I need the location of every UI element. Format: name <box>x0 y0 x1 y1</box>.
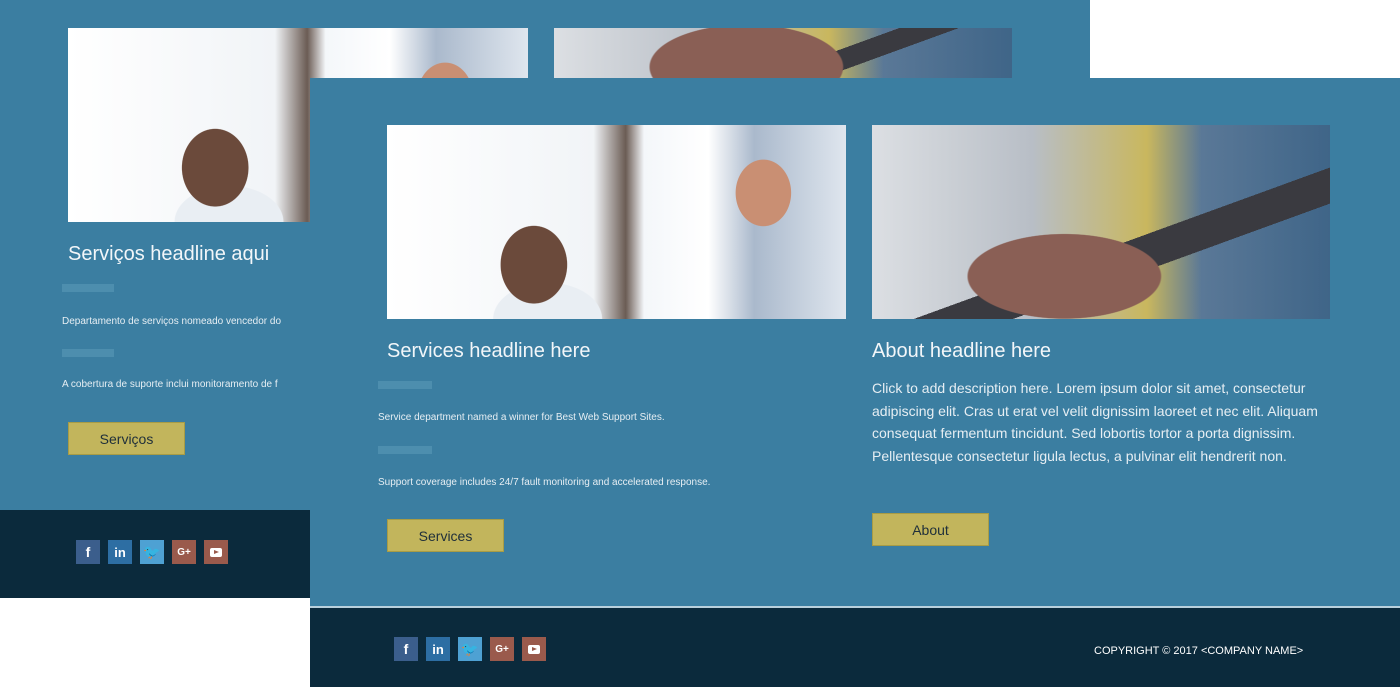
services-photo <box>387 125 846 319</box>
about-headline: About headline here <box>872 340 1052 362</box>
twitter-icon[interactable]: 🐦 <box>458 637 482 661</box>
top-right-blank-area <box>1090 0 1400 78</box>
back-services-sublabel-1 <box>62 284 114 292</box>
about-photo <box>872 125 1330 319</box>
copyright-text: COPYRIGHT © 2017 <COMPANY NAME> <box>1094 645 1304 657</box>
google-plus-icon[interactable]: G+ <box>172 540 196 564</box>
facebook-icon[interactable]: f <box>76 540 100 564</box>
services-headline: Services headline here <box>387 340 591 362</box>
back-services-button[interactable]: Serviços <box>68 422 185 455</box>
back-blank-area <box>0 598 310 687</box>
social-icons: f in 🐦 G+ <box>394 637 546 661</box>
twitter-icon[interactable]: 🐦 <box>140 540 164 564</box>
back-about-photo <box>554 28 1012 78</box>
facebook-icon[interactable]: f <box>394 637 418 661</box>
youtube-icon[interactable] <box>204 540 228 564</box>
services-sublabel-1 <box>378 381 432 389</box>
back-footer: f in 🐦 G+ <box>0 510 310 598</box>
front-footer: f in 🐦 G+ COPYRIGHT © 2017 <COMPANY NAME… <box>310 608 1400 687</box>
back-social-icons: f in 🐦 G+ <box>76 540 228 564</box>
back-services-item-2: A cobertura de suporte inclui monitorame… <box>62 379 278 390</box>
services-item-1: Service department named a winner for Be… <box>378 412 665 423</box>
back-services-item-1: Departamento de serviços nomeado vencedo… <box>62 316 282 327</box>
linkedin-icon[interactable]: in <box>426 637 450 661</box>
services-button[interactable]: Services <box>387 519 504 552</box>
back-services-headline: Serviços headline aqui <box>68 243 270 265</box>
back-services-sublabel-2 <box>62 349 114 357</box>
youtube-icon[interactable] <box>522 637 546 661</box>
about-description: Click to add description here. Lorem ips… <box>872 380 1318 464</box>
google-plus-icon[interactable]: G+ <box>490 637 514 661</box>
services-sublabel-2 <box>378 446 432 454</box>
about-button[interactable]: About <box>872 513 989 546</box>
linkedin-icon[interactable]: in <box>108 540 132 564</box>
services-item-2: Support coverage includes 24/7 fault mon… <box>378 477 711 488</box>
front-page-preview: Services headline here Service departmen… <box>310 78 1400 608</box>
